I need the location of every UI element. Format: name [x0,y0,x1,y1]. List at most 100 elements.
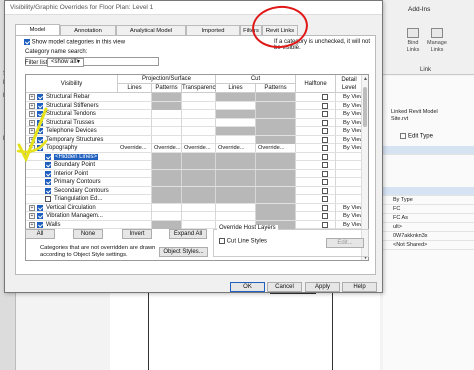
grid-cell[interactable] [118,110,152,118]
grid-cell[interactable] [216,101,256,110]
grid-cell[interactable] [256,169,296,178]
grid-cell[interactable] [152,203,182,212]
scroll-thumb[interactable] [363,87,367,127]
table-row[interactable]: + Structural Tendons By View [26,110,368,119]
grid-cell[interactable] [256,93,296,101]
table-row[interactable]: + Structural Stiffeners By View [26,101,368,110]
grid-cell[interactable] [152,220,182,229]
grid-cell[interactable] [296,186,336,195]
grid-cell[interactable] [118,101,152,110]
table-row[interactable]: + Walls By View [26,220,368,229]
grid-cell[interactable] [182,178,216,186]
grid-cell[interactable] [256,152,296,161]
halftone-checkbox[interactable] [322,213,328,219]
tab-analytical-model-categories[interactable]: Analytical Model Categories [116,25,186,44]
grid-cell[interactable] [152,110,182,118]
grid-cell[interactable] [256,195,296,203]
visibility-checkbox[interactable] [45,187,51,194]
cut-line-styles-row[interactable]: Cut Line Styles [219,238,267,245]
expand-icon[interactable]: + [29,221,35,228]
ribbon-tab-addins[interactable]: Add-Ins [408,6,430,13]
grid-cell[interactable] [118,135,152,144]
apply-button[interactable]: Apply [305,282,340,292]
override-cell[interactable]: Override... [256,144,296,152]
grid-cell[interactable] [296,195,336,203]
grid-cell[interactable] [152,101,182,110]
halftone-checkbox[interactable] [322,102,328,109]
edit-button[interactable]: Edit... [326,238,364,248]
grid-cell[interactable] [296,178,336,186]
override-cell[interactable]: Override... [118,144,152,152]
visibility-checkbox[interactable] [37,213,43,219]
grid-cell[interactable] [216,127,256,135]
help-button[interactable]: Help [342,282,377,292]
halftone-checkbox[interactable] [322,136,328,143]
halftone-checkbox[interactable] [322,204,328,211]
grid-cell[interactable] [118,203,152,212]
grid-cell[interactable] [152,186,182,195]
expand-all-button[interactable]: Expand All [169,229,207,239]
grid-cell[interactable] [216,195,256,203]
grid-cell[interactable] [216,135,256,144]
grid-cell[interactable] [118,178,152,186]
ok-button[interactable]: OK [230,282,265,292]
grid-cell[interactable] [296,220,336,229]
grid-cell[interactable] [182,118,216,127]
grid-cell[interactable] [152,195,182,203]
grid-cell[interactable] [296,144,336,152]
grid-cell[interactable] [182,127,216,135]
expand-icon[interactable]: + [29,213,35,219]
grid-cell[interactable] [256,135,296,144]
visibility-checkbox[interactable] [37,221,43,228]
visibility-checkbox[interactable] [45,196,51,202]
grid-cell[interactable] [256,161,296,169]
grid-cell[interactable] [152,127,182,135]
grid-cell[interactable] [182,161,216,169]
table-row[interactable]: Triangulation Ed... [26,195,368,204]
grid-cell[interactable] [216,118,256,127]
table-row[interactable]: + Vibration Managem... By View [26,212,368,221]
show-model-categories-checkbox[interactable] [24,39,30,45]
grid-cell[interactable] [152,212,182,220]
halftone-checkbox[interactable] [322,153,328,160]
grid-cell[interactable] [256,186,296,195]
grid-cell[interactable] [182,220,216,229]
grid-cell[interactable] [118,127,152,135]
grid-cell[interactable] [182,203,216,212]
grid-cell[interactable] [152,135,182,144]
grid-cell[interactable] [296,135,336,144]
table-row[interactable]: + Telephone Devices By View [26,127,368,136]
halftone-checkbox[interactable] [322,179,328,185]
override-cell[interactable]: Override... [152,144,182,152]
grid-cell[interactable] [296,212,336,220]
scroll-up-icon[interactable]: ▲ [363,76,368,82]
grid-cell[interactable] [296,101,336,110]
grid-cell[interactable] [216,169,256,178]
manage-links-button[interactable]: Manage Links [427,28,447,54]
grid-cell[interactable] [216,212,256,220]
override-cell[interactable]: Override... [182,144,216,152]
grid-cell[interactable] [296,110,336,118]
show-model-categories-row[interactable]: Show model categories in this view [24,39,125,46]
none-button[interactable]: None [73,229,103,239]
grid-cell[interactable] [296,152,336,161]
halftone-checkbox[interactable] [322,196,328,202]
table-row[interactable]: + Structural Trusses By View [26,118,368,127]
grid-cell[interactable] [216,93,256,101]
visibility-checkbox[interactable] [45,170,51,177]
grid-cell[interactable] [182,195,216,203]
table-row[interactable]: <Hidden Lines> [26,152,368,161]
grid-cell[interactable] [296,169,336,178]
grid-cell[interactable] [216,178,256,186]
edit-type-button[interactable]: Edit Type [400,133,433,140]
halftone-checkbox[interactable] [322,170,328,177]
filter-list-select[interactable]: <show all> ▼ [47,58,84,67]
column-header-visibility[interactable]: Visibility [26,75,118,93]
grid-cell[interactable] [182,169,216,178]
grid-cell[interactable] [296,93,336,101]
table-row[interactable]: Primary Contours [26,178,368,187]
grid-cell[interactable] [256,212,296,220]
grid-cell[interactable] [118,118,152,127]
grid-cell[interactable] [256,127,296,135]
grid-cell[interactable] [296,203,336,212]
